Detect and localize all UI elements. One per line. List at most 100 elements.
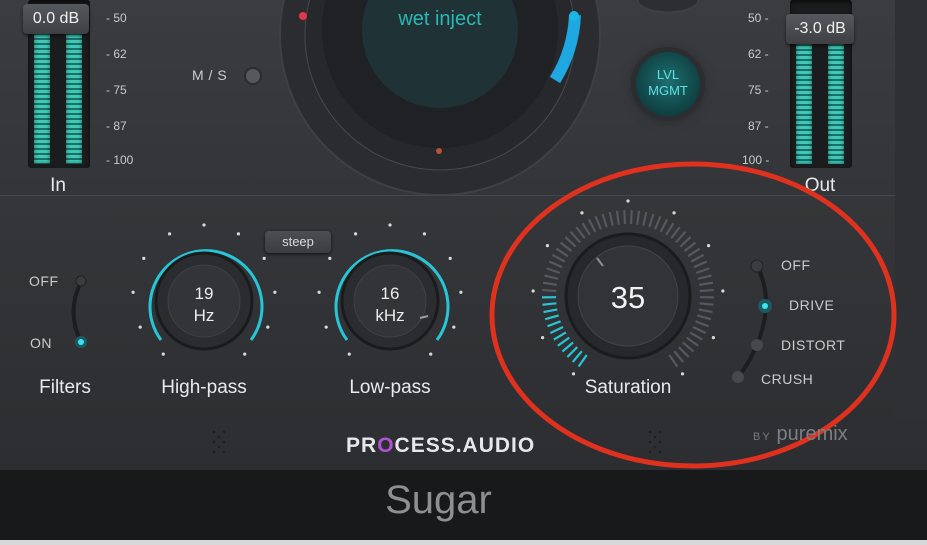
scale-dot — [680, 372, 685, 376]
scale-dot — [324, 325, 328, 329]
byline-name: puremix — [776, 423, 848, 445]
grill-dot — [212, 430, 216, 434]
saturation-tick — [683, 241, 697, 253]
grill-dot — [653, 435, 657, 439]
saturation-tick — [581, 222, 591, 236]
grill-dot — [658, 440, 662, 444]
scale-dot — [429, 352, 433, 356]
scale-dot — [531, 289, 535, 293]
scale-dot — [273, 290, 277, 294]
mode-off-dot[interactable] — [750, 259, 764, 273]
saturation-tick — [571, 350, 583, 363]
saturation-tick — [679, 236, 692, 248]
saturation-tick — [615, 210, 620, 225]
filters-on-led — [78, 339, 84, 345]
saturation-tick — [629, 210, 633, 225]
saturation-tick — [569, 231, 581, 244]
saturation-tick — [564, 236, 577, 248]
saturation-tick — [542, 302, 557, 306]
grill-dot — [648, 450, 652, 454]
saturation-tick — [543, 308, 558, 314]
saturation-tick — [682, 341, 695, 353]
saturation-tick — [544, 274, 559, 280]
grill-dot — [648, 430, 652, 434]
saturation-tick — [670, 226, 681, 240]
grill-dot — [658, 450, 662, 454]
grill-dot — [222, 430, 226, 434]
saturation-tick — [544, 314, 559, 321]
scale-dot — [266, 325, 270, 329]
saturation-tick — [659, 218, 669, 233]
grill-dot — [222, 450, 226, 454]
saturation-tick — [636, 210, 641, 225]
saturation-tick — [697, 274, 712, 280]
scale-dot — [328, 256, 332, 260]
scale-dot — [388, 223, 392, 227]
steep-button[interactable]: steep — [265, 231, 331, 253]
saturation-value: 35 — [610, 280, 646, 315]
mode-crush-label: CRUSH — [761, 371, 814, 387]
saturation-tick — [692, 326, 707, 335]
saturation-tick — [551, 253, 566, 263]
grill-dot — [658, 430, 662, 434]
saturation-tick — [547, 320, 561, 328]
scale-dot — [138, 325, 142, 329]
saturation-tick — [608, 211, 614, 226]
mode-drive-label: DRIVE — [789, 297, 835, 313]
saturation-tick — [575, 226, 586, 240]
saturation-tick — [687, 247, 701, 258]
saturation-tick — [594, 215, 602, 230]
saturation-tick — [699, 288, 714, 293]
saturation-tick — [623, 210, 627, 225]
mode-distort-label: DISTORT — [781, 337, 846, 353]
saturation-tick — [695, 267, 710, 274]
saturation-tick — [697, 314, 712, 321]
scale-dot — [711, 336, 715, 340]
saturation-tick — [553, 331, 567, 341]
saturation-tick — [549, 326, 564, 335]
brand-logo: PROCESS.AUDIO — [346, 434, 535, 458]
mode-off-label: OFF — [781, 257, 811, 273]
grill-dot — [648, 440, 652, 444]
grill-left — [212, 430, 226, 454]
highpass-label: High-pass — [161, 377, 247, 398]
filters-off-label: OFF — [29, 273, 59, 289]
scale-dot — [317, 290, 321, 294]
grill-dot — [212, 450, 216, 454]
saturation-tick — [675, 231, 687, 244]
scale-dot — [580, 211, 584, 215]
saturation-tick — [601, 213, 608, 228]
grill-dot — [212, 440, 216, 444]
scale-dot — [452, 325, 456, 329]
saturation-tick — [693, 260, 708, 269]
mode-distort-dot[interactable] — [751, 339, 763, 351]
saturation-tick — [648, 213, 655, 228]
scale-dot — [353, 232, 358, 236]
scale-dot — [161, 352, 165, 356]
saturation-tick — [689, 331, 703, 341]
scale-dot — [167, 232, 172, 236]
saturation-tick — [665, 222, 675, 236]
scale-dot — [571, 372, 576, 376]
saturation-tick — [577, 354, 588, 368]
saturation-tick — [566, 346, 579, 358]
scale-dot — [459, 290, 463, 294]
scale-dot — [448, 256, 452, 260]
highpass-unit: Hz — [193, 306, 215, 325]
saturation-tick — [642, 211, 648, 226]
grill-dot — [653, 445, 657, 449]
byline: BY puremix — [753, 423, 848, 446]
filters-off-dot[interactable] — [75, 275, 87, 287]
scale-dot — [347, 352, 351, 356]
brand-part: CESS.AUDIO — [394, 434, 536, 457]
mode-crush-dot[interactable] — [732, 371, 744, 383]
scale-dot — [422, 232, 427, 236]
scale-dot — [243, 352, 247, 356]
scale-dot — [541, 336, 545, 340]
highpass-value: 19 — [194, 284, 214, 303]
saturation-tick — [542, 288, 557, 293]
scale-dot — [202, 223, 206, 227]
saturation-tick — [555, 247, 569, 258]
saturation-label: Saturation — [584, 377, 672, 398]
plugin-panel: 0.0 dB - 50 - 62 - 75 - 87 - 100 In M / … — [0, 0, 927, 470]
